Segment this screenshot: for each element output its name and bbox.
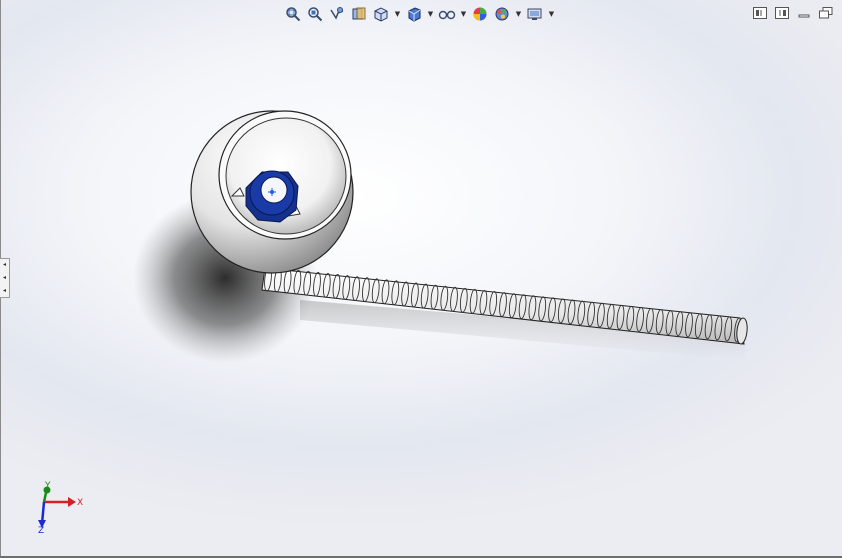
triad-y-label: Y — [45, 481, 51, 491]
x-axis-arrowhead — [68, 497, 76, 507]
triad-x-label: X — [77, 498, 84, 508]
graphics-area[interactable] — [0, 0, 842, 558]
triad-z-label: Z — [38, 526, 45, 536]
